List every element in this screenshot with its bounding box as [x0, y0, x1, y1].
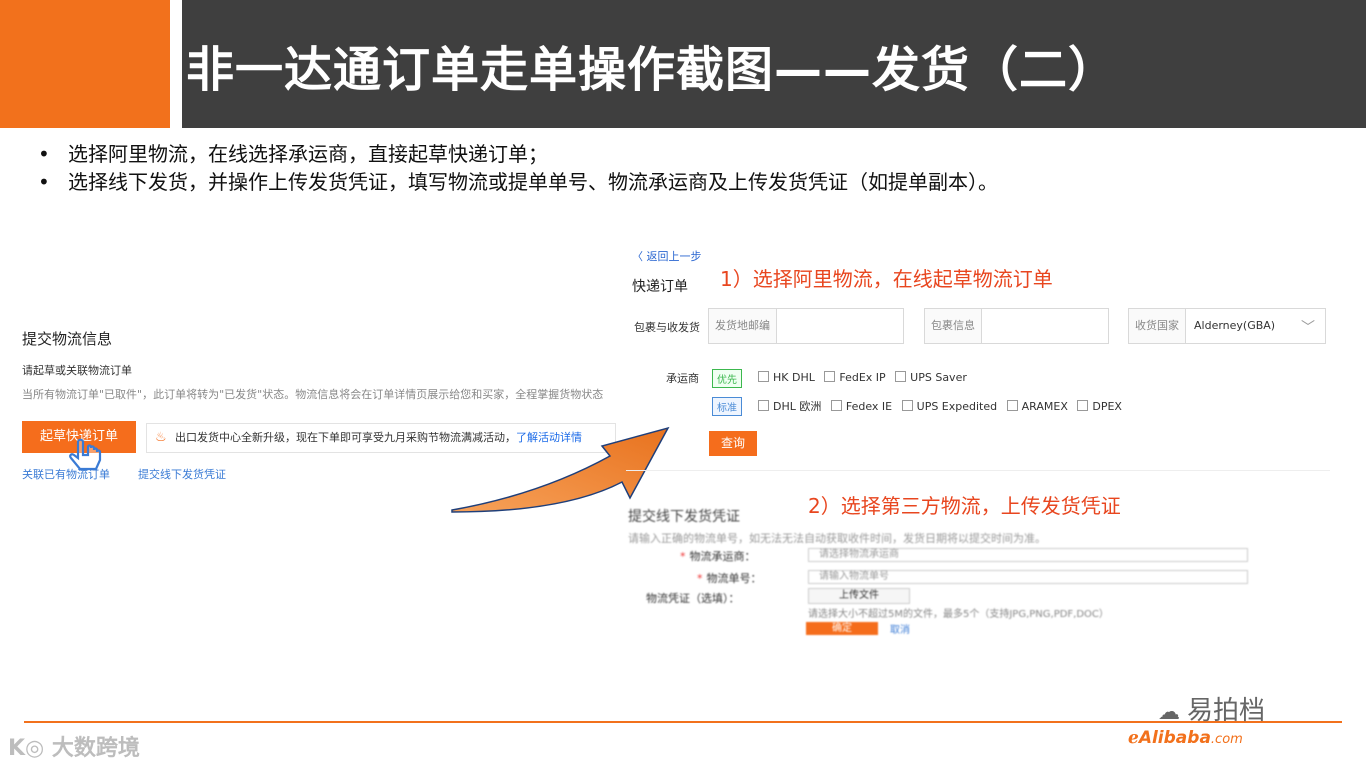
- draft-subtitle: 请起草或关联物流订单: [22, 364, 132, 377]
- carrier-option[interactable]: ARAMEX: [1006, 400, 1068, 413]
- alibaba-logo: ℯAlibaba.com: [1128, 728, 1243, 748]
- carrier-name: DPEX: [1092, 400, 1122, 413]
- carrier-select[interactable]: 请选择物流承运商: [808, 548, 1248, 562]
- offline-voucher-note: 请输入正确的物流单号，如无法无法自动获取收件时间，发货日期将以提交时间为准。: [628, 532, 1046, 545]
- carrier-option[interactable]: UPS Saver: [895, 371, 967, 384]
- watermark-logo-icon: K◎: [8, 736, 52, 761]
- checkbox[interactable]: [1077, 400, 1089, 411]
- package-info-prefix: 包裹信息: [925, 309, 982, 343]
- header-accent-block: [0, 0, 170, 128]
- checkbox[interactable]: [895, 371, 907, 382]
- tracking-field-label-text: 物流单号：: [706, 572, 762, 585]
- package-row-label: 包裹与收发货: [634, 321, 700, 334]
- bullet-item: 选择线下发货，并操作上传发货凭证，填写物流或提单单号、物流承运商及上传发货凭证（…: [38, 168, 998, 196]
- carrier-option[interactable]: HK DHL: [758, 371, 815, 384]
- carrier-option[interactable]: UPS Expedited: [901, 400, 998, 413]
- carrier-option[interactable]: Fedex IE: [830, 400, 893, 413]
- back-link[interactable]: 〈 返回上一步: [632, 248, 702, 264]
- carrier-name: UPS Expedited: [916, 400, 998, 413]
- carrier-field-label-text: 物流承运商：: [689, 550, 756, 563]
- watermark-right-text: 易拍档: [1187, 696, 1266, 726]
- logistics-note: 当所有物流订单"已取件"，此订单将转为"已发货"状态。物流信息将会在订单详情页展…: [22, 388, 604, 401]
- watermark-right: ☁ 易拍档: [1158, 690, 1265, 727]
- carrier-option[interactable]: DHL 欧洲: [758, 400, 821, 413]
- cancel-link[interactable]: 取消: [890, 621, 910, 636]
- bullet-list: 选择阿里物流，在线选择承运商，直接起草快递订单； 选择线下发货，并操作上传发货凭…: [38, 140, 998, 196]
- voucher-field-label: 物流凭证（选填）：: [646, 592, 740, 605]
- carrier-option[interactable]: DPEX: [1077, 400, 1122, 413]
- back-link-label: 返回上一步: [646, 250, 702, 263]
- carrier-name: Fedex IE: [845, 400, 893, 413]
- flame-icon: ♨: [155, 430, 167, 445]
- bullet-item: 选择阿里物流，在线选择承运商，直接起草快递订单；: [38, 140, 998, 168]
- offline-voucher-title: 提交线下发货凭证: [628, 509, 740, 525]
- annotation-step-1: 1）选择阿里物流，在线起草物流订单: [720, 267, 1053, 291]
- query-button[interactable]: 查询: [709, 431, 757, 456]
- footer-line: [24, 721, 1342, 723]
- carrier-name: HK DHL: [773, 371, 815, 384]
- package-info-field[interactable]: 包裹信息: [924, 308, 1109, 344]
- carrier-name: UPS Saver: [910, 371, 967, 384]
- priority-tag: 优先: [712, 369, 742, 388]
- annotation-step-2: 2）选择第三方物流，上传发货凭证: [808, 494, 1121, 518]
- carrier-field-label: * 物流承运商：: [680, 550, 756, 563]
- alibaba-swoosh-icon: ℯ: [1128, 728, 1139, 748]
- alibaba-logo-suffix: .com: [1210, 732, 1243, 747]
- chevron-down-icon: ﹀: [1301, 320, 1315, 336]
- priority-carrier-list: HK DHL FedEx IP UPS Saver: [758, 371, 973, 384]
- origin-zip-field[interactable]: 发货地邮编: [708, 308, 904, 344]
- destination-country-select[interactable]: 收货国家 Alderney(GBA) ﹀: [1128, 308, 1326, 344]
- hand-cursor-icon: [69, 438, 102, 471]
- watermark-left: K◎ 大数跨境: [8, 730, 140, 762]
- orange-arrow-icon: [451, 426, 670, 513]
- upload-hint: 请选择大小不超过5M的文件，最多5个（支持JPG,PNG,PDF,DOC）: [808, 609, 1109, 620]
- carrier-name: DHL 欧洲: [773, 400, 822, 413]
- express-order-title: 快递订单: [632, 279, 688, 295]
- carrier-option[interactable]: FedEx IP: [824, 371, 886, 384]
- tracking-number-input[interactable]: 请输入物流单号: [808, 570, 1248, 584]
- checkbox[interactable]: [901, 400, 913, 411]
- watermark-left-text: 大数跨境: [51, 736, 140, 761]
- checkbox[interactable]: [1006, 400, 1018, 411]
- checkbox[interactable]: [758, 371, 769, 382]
- origin-zip-prefix: 发货地邮编: [709, 309, 777, 343]
- wechat-icon: ☁: [1158, 700, 1187, 725]
- slide-title: 非一达通订单走单操作截图——发货（二）: [186, 42, 1118, 98]
- country-prefix: 收货国家: [1129, 309, 1186, 343]
- carrier-name: FedEx IP: [839, 371, 886, 384]
- upload-file-button[interactable]: 上传文件: [808, 588, 910, 604]
- divider: [626, 470, 1330, 471]
- chevron-left-icon: 〈: [632, 250, 647, 263]
- tracking-field-label: * 物流单号：: [697, 572, 762, 585]
- alibaba-logo-text: Alibaba: [1138, 728, 1211, 748]
- checkbox[interactable]: [830, 400, 842, 411]
- checkbox[interactable]: [758, 400, 769, 411]
- submit-logistics-title: 提交物流信息: [22, 330, 113, 348]
- standard-tag: 标准: [712, 397, 742, 416]
- confirm-button[interactable]: 确定: [806, 622, 878, 635]
- carrier-name: ARAMEX: [1021, 400, 1068, 413]
- country-value: Alderney(GBA): [1194, 319, 1276, 332]
- submit-offline-voucher-link[interactable]: 提交线下发货凭证: [138, 466, 226, 482]
- carrier-label: 承运商: [666, 372, 699, 385]
- standard-carrier-list: DHL 欧洲 Fedex IE UPS Expedited ARAMEX DPE…: [758, 398, 1128, 414]
- checkbox[interactable]: [824, 371, 836, 382]
